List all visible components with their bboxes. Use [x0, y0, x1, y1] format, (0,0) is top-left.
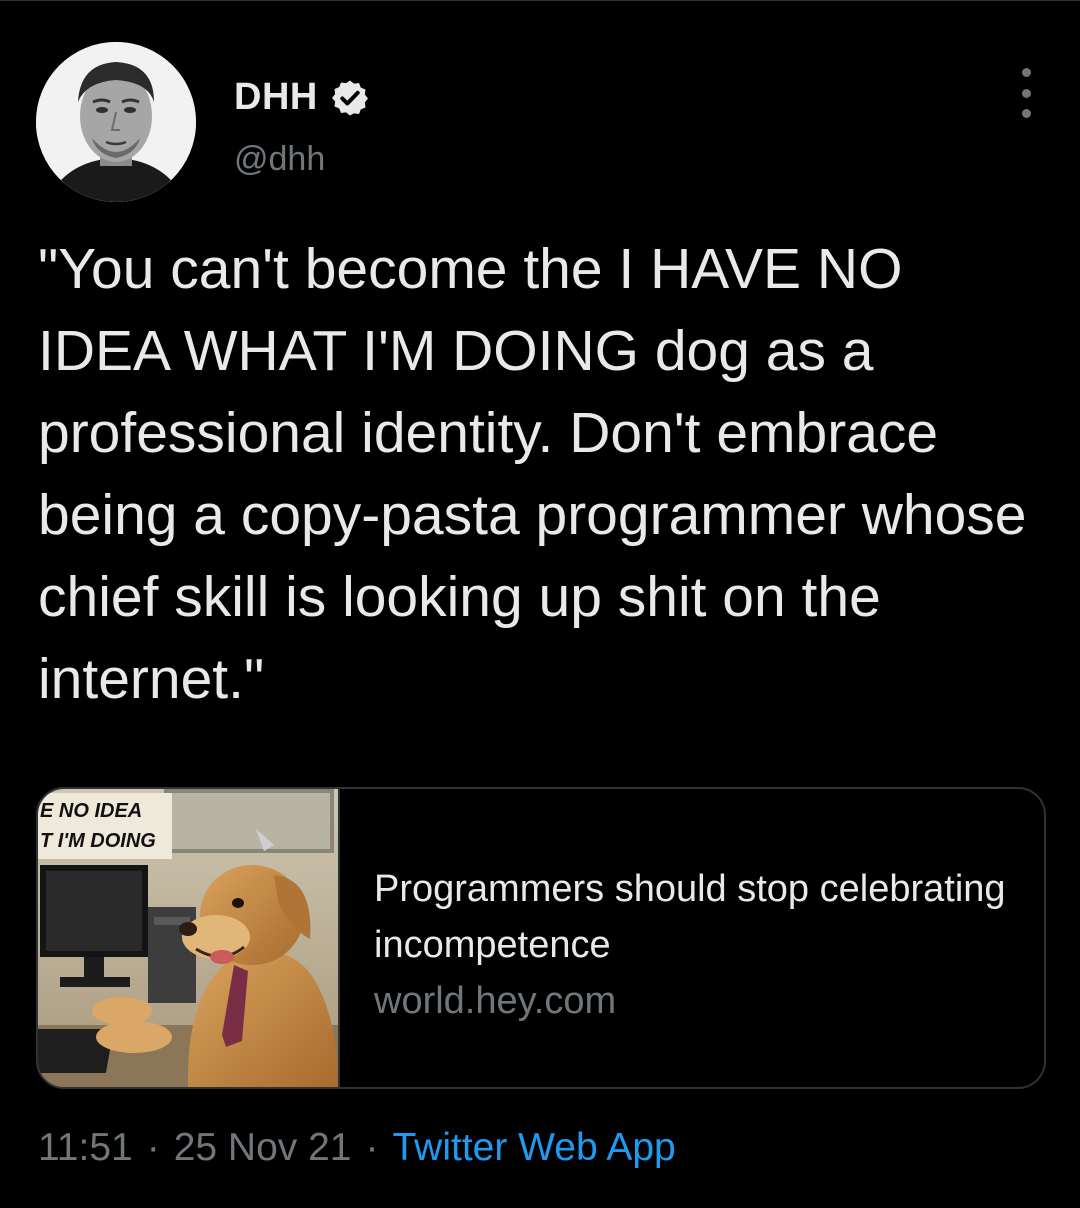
link-preview-title: Programmers should stop celebrating inco…: [374, 868, 1006, 966]
tweet-time[interactable]: 11:51: [38, 1126, 133, 1170]
more-options-icon[interactable]: [1014, 68, 1038, 118]
dog-at-computer-illustration: E NO IDEA T I'M DOING: [38, 789, 338, 1087]
more-dot: [1021, 109, 1031, 118]
user-handle[interactable]: @dhh: [234, 140, 325, 179]
more-dot: [1021, 68, 1031, 77]
separator-dot: ·: [146, 1126, 160, 1169]
link-preview-card[interactable]: E NO IDEA T I'M DOING Programmers should…: [36, 787, 1046, 1089]
display-name[interactable]: DHH: [234, 76, 318, 119]
link-preview-meta: Programmers should stop celebrating inco…: [374, 861, 1014, 1029]
tweet-text: "You can't become the I HAVE NO IDEA WHA…: [38, 237, 1043, 711]
tweet-date[interactable]: 25 Nov 21: [174, 1126, 352, 1170]
image-caption-line1: E NO IDEA: [40, 800, 142, 822]
tweet-source-link[interactable]: Twitter Web App: [393, 1126, 676, 1170]
tweet-meta-footer: 11:51 · 25 Nov 21 · Twitter Web App: [38, 1126, 676, 1170]
more-dot: [1021, 88, 1031, 98]
verified-badge-icon: [330, 78, 370, 118]
top-divider: [0, 0, 1080, 7]
avatar-portrait-image: [36, 42, 196, 202]
separator-dot: ·: [365, 1126, 379, 1169]
link-preview-domain: world.hey.com: [374, 980, 617, 1022]
name-row: DHH: [234, 76, 370, 119]
tweet-header: DHH @dhh: [36, 42, 1046, 206]
avatar[interactable]: [36, 42, 196, 202]
image-caption-line2: T I'M DOING: [40, 830, 156, 852]
link-preview-image: E NO IDEA T I'M DOING: [38, 789, 340, 1087]
